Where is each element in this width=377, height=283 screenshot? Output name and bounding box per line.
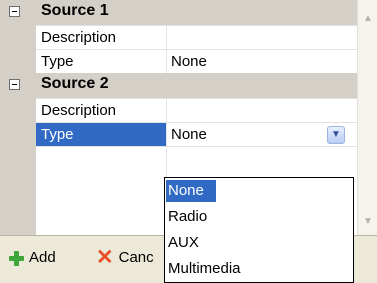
grid-gutter [0, 0, 36, 235]
close-icon: ✕ [96, 245, 114, 269]
vertical-scrollbar[interactable]: ▲ ▼ [357, 0, 377, 235]
add-button-label: Add [29, 249, 56, 266]
property-name: Description [41, 102, 117, 119]
dropdown-option-aux[interactable]: AUX [166, 232, 199, 254]
dropdown-option-multimedia[interactable]: Multimedia [166, 258, 241, 280]
type-dropdown-list[interactable]: None Radio AUX Multimedia [164, 177, 354, 283]
property-row-type[interactable]: Type None [36, 49, 357, 74]
category-title: Source 1 [41, 2, 109, 19]
property-name: Type [41, 53, 74, 70]
column-divider [166, 99, 167, 123]
property-name: Description [41, 29, 117, 46]
dropdown-option-none[interactable]: None [166, 180, 216, 202]
type-combo-value[interactable]: None [171, 126, 207, 143]
scroll-down-icon[interactable]: ▼ [360, 213, 376, 230]
category-source-1[interactable]: Source 1 [0, 0, 357, 25]
collapse-minus-icon[interactable] [9, 6, 20, 17]
column-divider [166, 123, 167, 147]
add-button[interactable]: Add [8, 249, 56, 266]
cancel-button[interactable]: ✕ Canc [96, 245, 154, 269]
collapse-minus-icon[interactable] [9, 79, 20, 90]
category-source-2[interactable]: Source 2 [0, 73, 357, 98]
property-value[interactable]: None [171, 53, 207, 70]
plus-icon [8, 250, 24, 266]
property-row-type-selected[interactable]: Type None ▼ [36, 122, 357, 147]
chevron-down-icon[interactable]: ▼ [327, 126, 345, 144]
property-row-description[interactable]: Description [36, 25, 357, 50]
column-divider [166, 26, 167, 50]
cancel-button-label: Canc [118, 249, 154, 266]
category-title: Source 2 [41, 75, 109, 92]
scroll-up-icon[interactable]: ▲ [360, 10, 376, 27]
dropdown-option-radio[interactable]: Radio [166, 206, 207, 228]
property-row-description[interactable]: Description [36, 98, 357, 123]
column-divider [166, 50, 167, 74]
property-name: Type [41, 126, 74, 143]
